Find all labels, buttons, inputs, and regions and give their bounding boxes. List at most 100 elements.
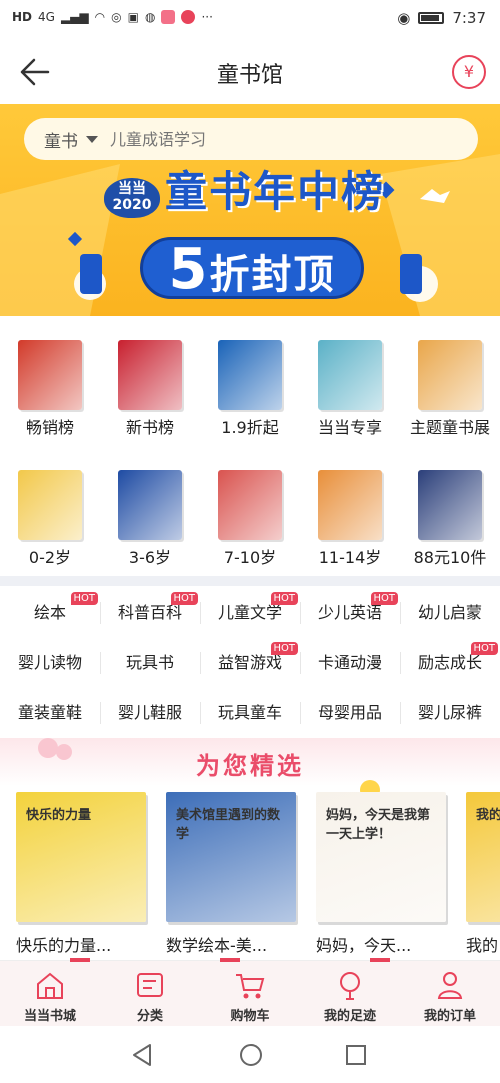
category-label: 励志成长 [417, 653, 482, 672]
book-cover-title: 我的 [476, 808, 500, 823]
eye-icon: ◉ [397, 9, 411, 27]
order-icon [437, 972, 463, 999]
book-cover: 美术馆里遇到的数学 [166, 792, 296, 922]
book-card[interactable]: 快乐的力量 快乐的力量... [16, 792, 156, 962]
tab-label: 分类 [136, 1009, 163, 1024]
category-link[interactable]: 婴儿鞋服 [100, 688, 200, 738]
quick-entry[interactable]: 畅销榜 [0, 340, 100, 450]
quick-entry[interactable]: 新书榜 [100, 340, 200, 450]
category-label: 少儿英语 [317, 603, 382, 622]
footprint-icon [340, 972, 360, 1000]
quick-thumbnail [318, 340, 382, 410]
category-link[interactable]: 玩具童车 [200, 688, 300, 738]
quick-entry[interactable]: 1.9折起 [200, 340, 300, 450]
quick-entry[interactable]: 当当专享 [300, 340, 400, 450]
quick-entry[interactable]: 主题童书展 [400, 340, 500, 450]
tab-category[interactable]: 分类 [100, 962, 200, 1028]
category-link[interactable]: 婴儿尿裤 [400, 688, 500, 738]
quick-thumbnail [18, 340, 82, 410]
tab-order[interactable]: 我的订单 [400, 962, 500, 1028]
tab-cart[interactable]: 购物车 [200, 962, 300, 1028]
tab-footprint[interactable]: 我的足迹 [300, 962, 400, 1028]
banner-brand-text: 当当 [118, 181, 146, 197]
quick-label: 主题童书展 [409, 418, 490, 437]
hot-badge: HOT [70, 592, 98, 605]
category-link[interactable]: 益智游戏 HOT [200, 638, 300, 688]
briefcase-icon: ▣ [127, 10, 139, 24]
age-entry[interactable]: 0-2岁 [0, 470, 100, 580]
book-cover-title: 美术馆里遇到的数学 [176, 808, 281, 842]
chat-icon: ◍ [144, 10, 156, 24]
search-category[interactable]: 童书 [44, 127, 78, 152]
category-icon [137, 973, 163, 997]
category-label: 科普百科 [117, 603, 182, 622]
network-type: HD [12, 10, 33, 24]
clock: 7:37 [452, 9, 486, 27]
book-card[interactable]: 妈妈，今天是我第一天上学！ 妈妈，今天... [316, 792, 456, 962]
banner-year: 2020 [112, 197, 152, 213]
age-entry[interactable]: 11-14岁 [300, 470, 400, 580]
category-link[interactable]: 母婴用品 [300, 688, 400, 738]
category-label: 儿童文学 [217, 603, 282, 622]
nav-home-icon[interactable] [238, 1042, 264, 1068]
book-cover-title: 妈妈，今天是我第一天上学！ [326, 808, 431, 842]
quick-thumbnail [418, 340, 482, 410]
status-bar: HD 4G ▂▄▆ ◠ ◎ ▣ ◍ ··· ◉ 7:37 [0, 0, 500, 38]
category-label: 幼儿启蒙 [417, 603, 482, 622]
category-link[interactable]: 婴儿读物 [0, 638, 100, 688]
age-entry[interactable]: 88元10件 [400, 470, 500, 580]
more-notifications: ··· [201, 10, 213, 24]
hot-badge: HOT [270, 642, 298, 655]
hot-badge: HOT [470, 642, 498, 655]
category-link[interactable]: 少儿英语 HOT [300, 588, 400, 638]
category-link[interactable]: 玩具书 [100, 638, 200, 688]
category-label: 绘本 [33, 603, 66, 622]
coupon-button[interactable]: ¥ [452, 55, 486, 89]
yen-icon: ¥ [463, 62, 475, 81]
banner-brand: 当当 2020 [104, 178, 160, 218]
banner-headline: 童书年中榜 [165, 167, 386, 216]
banner-promo-pill: 5折封顶 [140, 237, 364, 300]
book-card[interactable]: 美术馆里遇到的数学数学绘本-美... [166, 792, 306, 962]
category-link[interactable]: 卡通动漫 [300, 638, 400, 688]
category-link[interactable]: 科普百科 HOT [100, 588, 200, 638]
tab-label: 购物车 [230, 1009, 270, 1024]
book-cover: 我的 [466, 792, 500, 922]
category-label: 婴儿尿裤 [417, 703, 482, 722]
book-title: 数学绘本-美... [166, 936, 268, 955]
category-link[interactable]: 励志成长 HOT [400, 638, 500, 688]
category-label: 童装童鞋 [17, 703, 82, 722]
category-link[interactable]: 童装童鞋 [0, 688, 100, 738]
book-card[interactable]: 我的 我的 [466, 792, 500, 962]
book-cover: 快乐的力量 [16, 792, 146, 922]
category-label: 婴儿鞋服 [117, 703, 182, 722]
quick-thumbnail [218, 340, 282, 410]
page-title: 童书馆 [216, 63, 283, 88]
search-bar[interactable]: 童书 [24, 118, 478, 160]
category-label: 卡通动漫 [317, 653, 382, 672]
hot-badge: HOT [170, 592, 198, 605]
book-cover-title: 快乐的力量 [26, 808, 92, 823]
app-notification-icon [161, 10, 176, 24]
tab-home[interactable]: 当当书城 [0, 962, 100, 1028]
category-label: 婴儿读物 [17, 653, 82, 672]
banner-promo-text: 折封顶 [209, 252, 336, 298]
age-entry[interactable]: 7-10岁 [200, 470, 300, 580]
quick-thumbnail [118, 340, 182, 410]
category-link[interactable]: 儿童文学 HOT [200, 588, 300, 638]
age-entry[interactable]: 3-6岁 [100, 470, 200, 580]
battery-icon [418, 12, 445, 24]
nav-recent-icon[interactable] [344, 1043, 368, 1067]
weibo-icon [181, 10, 196, 24]
age-thumbnail [18, 470, 82, 540]
age-thumbnail [218, 470, 282, 540]
category-link[interactable]: 绘本 HOT [0, 588, 100, 638]
tab-label: 当当书城 [23, 1009, 76, 1024]
nav-back-icon[interactable] [130, 1042, 154, 1068]
book-title: 妈妈，今天... [316, 936, 412, 955]
chevron-down-icon[interactable] [86, 135, 98, 143]
search-input[interactable] [110, 129, 370, 149]
status-right: ◉ 7:37 [397, 9, 486, 27]
age-thumbnail [418, 470, 482, 540]
category-link[interactable]: 幼儿启蒙 [400, 588, 500, 638]
